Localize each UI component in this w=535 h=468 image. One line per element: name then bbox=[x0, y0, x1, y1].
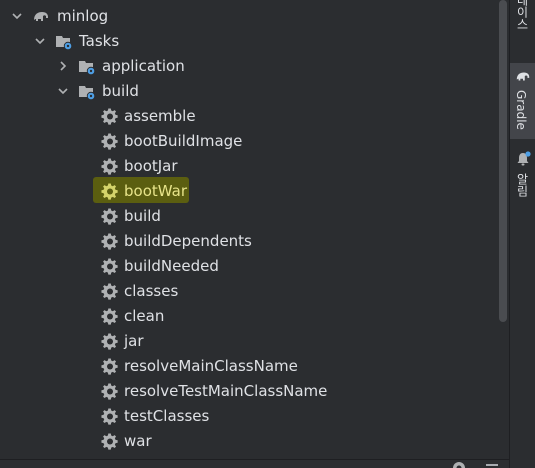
task-item-resolvetestmainclassname[interactable]: resolveTestMainClassName bbox=[0, 379, 497, 404]
task-item-war[interactable]: war bbox=[0, 429, 497, 454]
chevron-down-icon[interactable] bbox=[57, 85, 69, 97]
task-item-bootwar[interactable]: bootWar bbox=[0, 179, 497, 204]
bell-icon bbox=[515, 151, 531, 167]
gear-icon bbox=[101, 183, 119, 201]
task-item-build[interactable]: build bbox=[0, 204, 497, 229]
tree-label: Tasks bbox=[79, 32, 120, 50]
task-item-clean[interactable]: clean bbox=[0, 304, 497, 329]
strip-button-notifications[interactable]: 알림 bbox=[510, 147, 535, 203]
task-label: testClasses bbox=[124, 407, 210, 425]
gear-icon bbox=[101, 358, 119, 376]
task-label: bootBuildImage bbox=[124, 132, 243, 150]
tree-node-build-group[interactable]: build bbox=[0, 79, 497, 104]
task-label: build bbox=[124, 207, 161, 225]
tree-node-tasks[interactable]: Tasks bbox=[0, 29, 497, 54]
task-label: buildNeeded bbox=[124, 257, 219, 275]
strip-label-notifications: 알림 bbox=[515, 173, 529, 197]
elephant-icon bbox=[32, 8, 50, 26]
chevron-right-icon[interactable] bbox=[57, 60, 69, 72]
strip-label-gradle: Gradle bbox=[514, 90, 528, 130]
gradle-tool-window: minlog Tasks application build assemble … bbox=[0, 0, 535, 468]
scrollbar-thumb[interactable] bbox=[499, 0, 507, 322]
gear-icon bbox=[101, 308, 119, 326]
gear-icon bbox=[101, 158, 119, 176]
task-label: assemble bbox=[124, 107, 196, 125]
gear-icon bbox=[101, 108, 119, 126]
task-item-resolvemainclassname[interactable]: resolveMainClassName bbox=[0, 354, 497, 379]
elephant-icon bbox=[515, 69, 531, 85]
tree-label: build bbox=[102, 82, 139, 100]
chevron-down-icon[interactable] bbox=[11, 10, 23, 22]
task-label: resolveMainClassName bbox=[124, 357, 298, 375]
gear-icon bbox=[101, 233, 119, 251]
task-item-classes[interactable]: classes bbox=[0, 279, 497, 304]
task-label: war bbox=[124, 432, 152, 450]
task-item-bootjar[interactable]: bootJar bbox=[0, 154, 497, 179]
tree-label: minlog bbox=[57, 7, 109, 25]
task-item-buildneeded[interactable]: buildNeeded bbox=[0, 254, 497, 279]
task-item-builddependents[interactable]: buildDependents bbox=[0, 229, 497, 254]
strip-button-gradle[interactable]: Gradle bbox=[510, 63, 535, 139]
minimize-icon[interactable] bbox=[486, 464, 498, 466]
gear-icon bbox=[101, 283, 119, 301]
task-item-testclasses[interactable]: testClasses bbox=[0, 404, 497, 429]
task-item-bootbuildimage[interactable]: bootBuildImage bbox=[0, 129, 497, 154]
task-label: buildDependents bbox=[124, 232, 252, 250]
strip-button-top[interactable]: 데이스 bbox=[510, 0, 535, 56]
strip-label-top: 데이스 bbox=[515, 0, 529, 30]
gear-icon bbox=[101, 408, 119, 426]
right-tool-strip: 데이스 Gradle 알림 bbox=[509, 0, 535, 468]
settings-gear-icon[interactable] bbox=[451, 460, 467, 468]
tree-node-root[interactable]: minlog bbox=[0, 4, 497, 29]
folder-gear-icon bbox=[55, 33, 73, 51]
task-label: jar bbox=[124, 332, 144, 350]
task-label: classes bbox=[124, 282, 179, 300]
gear-icon bbox=[101, 208, 119, 226]
task-item-jar[interactable]: jar bbox=[0, 329, 497, 354]
gear-icon bbox=[101, 133, 119, 151]
tree-label: application bbox=[102, 57, 185, 75]
gear-icon bbox=[101, 333, 119, 351]
bottom-toolbar bbox=[0, 459, 509, 468]
gear-icon bbox=[101, 433, 119, 451]
gear-icon bbox=[101, 258, 119, 276]
task-label: resolveTestMainClassName bbox=[124, 382, 328, 400]
gradle-task-tree: minlog Tasks application build assemble … bbox=[0, 0, 497, 468]
task-item-assemble[interactable]: assemble bbox=[0, 104, 497, 129]
folder-gear-icon bbox=[78, 58, 96, 76]
folder-gear-icon bbox=[78, 83, 96, 101]
task-label: clean bbox=[124, 307, 165, 325]
gear-icon bbox=[101, 383, 119, 401]
tree-node-application[interactable]: application bbox=[0, 54, 497, 79]
task-label: bootWar bbox=[124, 182, 187, 200]
task-label: bootJar bbox=[124, 157, 178, 175]
chevron-down-icon[interactable] bbox=[34, 35, 46, 47]
